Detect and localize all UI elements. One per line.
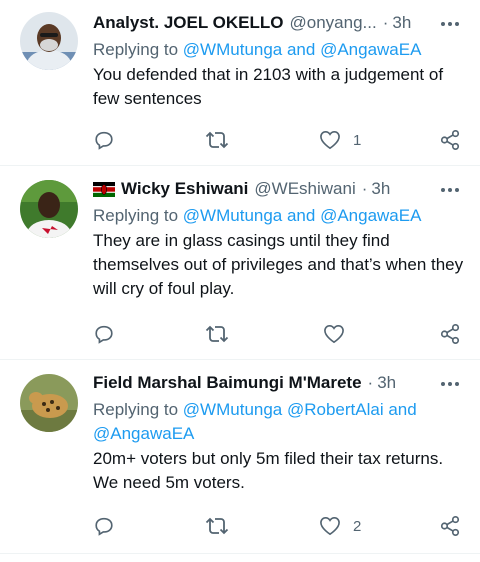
avatar[interactable]	[20, 180, 78, 238]
replying-prefix: Replying to	[93, 400, 179, 419]
like-button[interactable]: 1	[319, 130, 361, 150]
more-icon[interactable]	[440, 180, 460, 200]
replying-to: Replying to @WMutunga @RobertAlai and @A…	[93, 398, 464, 446]
like-count: 2	[353, 517, 362, 535]
separator-dot: ·	[367, 373, 374, 392]
tweet-actions: 2	[93, 514, 462, 538]
user-handle[interactable]: @WEshiwani	[254, 179, 355, 199]
reply-button[interactable]	[93, 515, 115, 537]
reply-icon	[95, 131, 113, 150]
timeline: Analyst. JOEL OKELLO @onyang... · 3h Rep…	[0, 0, 480, 554]
tweet[interactable]: Field Marshal Baimungi M'Marete · 3h Rep…	[0, 360, 480, 554]
tweet-actions	[93, 322, 462, 346]
share-icon	[440, 130, 460, 150]
share-button[interactable]	[439, 515, 461, 537]
retweet-icon	[205, 131, 229, 149]
share-icon	[440, 516, 460, 536]
reply-button[interactable]	[93, 129, 115, 151]
retweet-icon	[205, 517, 229, 535]
more-icon[interactable]	[440, 14, 460, 34]
share-button[interactable]	[439, 323, 461, 345]
tweet-text: You defended that in 2103 with a judgeme…	[93, 65, 444, 108]
avatar[interactable]	[20, 374, 78, 432]
user-handle[interactable]: @onyang...	[290, 13, 377, 33]
tweet-text: 20m+ voters but only 5m filed their tax …	[93, 449, 444, 492]
replying-prefix: Replying to	[93, 206, 179, 225]
like-icon	[324, 324, 344, 344]
avatar[interactable]	[20, 12, 78, 70]
display-name[interactable]: Wicky Eshiwani	[121, 179, 248, 199]
separator-dot: ·	[361, 179, 368, 198]
replying-to: Replying to @WMutunga and @AngawaEA	[93, 204, 464, 228]
like-count: 1	[353, 131, 362, 149]
tweet[interactable]: Analyst. JOEL OKELLO @onyang... · 3h Rep…	[0, 0, 480, 166]
replying-to: Replying to @WMutunga and @AngawaEA	[93, 38, 464, 62]
reply-icon	[95, 517, 113, 536]
retweet-icon	[205, 325, 229, 343]
tweet-actions: 1	[93, 128, 462, 152]
more-icon[interactable]	[440, 374, 460, 394]
timestamp[interactable]: 3h	[377, 373, 396, 393]
retweet-button[interactable]	[205, 515, 229, 537]
reply-mentions[interactable]: @WMutunga and @AngawaEA	[183, 40, 422, 59]
timestamp[interactable]: 3h	[371, 179, 390, 199]
tweet[interactable]: Wicky Eshiwani @WEshiwani · 3h Replying …	[0, 166, 480, 360]
like-icon	[320, 516, 340, 536]
reply-mentions[interactable]: @WMutunga @RobertAlai and	[183, 400, 417, 419]
reply-mentions[interactable]: @AngawaEA	[93, 424, 194, 443]
like-button[interactable]	[323, 324, 357, 344]
replying-prefix: Replying to	[93, 40, 179, 59]
reply-icon	[95, 325, 113, 344]
share-icon	[440, 324, 460, 344]
reply-mentions[interactable]: @WMutunga and @AngawaEA	[183, 206, 422, 225]
share-button[interactable]	[439, 129, 461, 151]
reply-button[interactable]	[93, 323, 115, 345]
like-icon	[320, 130, 340, 150]
tweet-text: They are in glass casings until they fin…	[93, 231, 464, 298]
retweet-button[interactable]	[205, 129, 229, 151]
display-name[interactable]: Analyst. JOEL OKELLO	[93, 13, 284, 33]
timestamp[interactable]: 3h	[392, 13, 411, 33]
retweet-button[interactable]	[205, 323, 229, 345]
like-button[interactable]: 2	[319, 516, 361, 536]
kenya-flag-icon	[93, 181, 115, 197]
separator-dot: ·	[382, 13, 389, 32]
display-name[interactable]: Field Marshal Baimungi M'Marete	[93, 373, 362, 393]
